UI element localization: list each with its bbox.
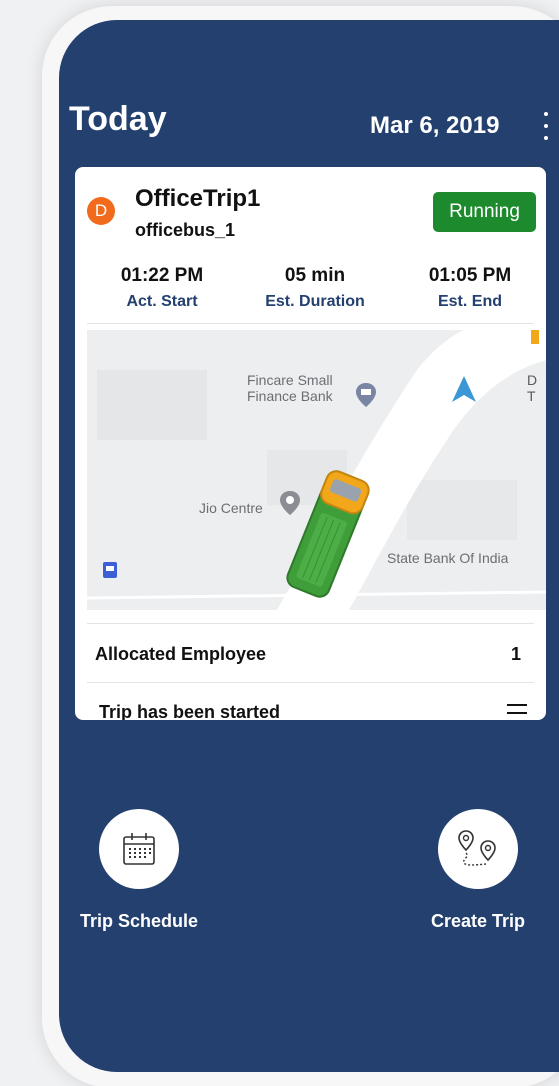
map-label: Fincare Small [247, 372, 333, 388]
kebab-menu-icon[interactable] [539, 112, 553, 140]
bus-name: officebus_1 [135, 220, 236, 240]
stat-label: Est. End [437, 293, 502, 310]
bus-icon [286, 470, 370, 598]
stat-value: 05 min [284, 265, 346, 286]
map-label: State Bank Of India [387, 550, 509, 566]
date-label[interactable]: Mar 6, 2019 [370, 112, 499, 140]
navigation-arrow-icon [452, 376, 476, 402]
stat-est-duration: 05 min Est. Duration [250, 265, 380, 311]
allocated-employee-count: 1 [511, 644, 522, 664]
divider [87, 623, 534, 624]
status-badge: Running [433, 192, 536, 232]
route-pin-icon [458, 830, 496, 866]
bank-pin-icon [356, 383, 376, 407]
map-label: D [527, 372, 538, 388]
create-trip-button[interactable]: Create Trip [413, 809, 543, 932]
create-trip-circle[interactable] [438, 809, 518, 889]
stat-label: Est. Duration [265, 293, 365, 310]
trip-schedule-label: Trip Schedule [79, 911, 199, 931]
map-label: T [527, 388, 536, 404]
stat-value: 01:22 PM [120, 265, 204, 286]
hamburger-menu-icon[interactable] [507, 704, 527, 720]
allocated-employee-label: Allocated Employee [95, 644, 267, 664]
page-title: Today [69, 100, 167, 138]
trip-schedule-button[interactable]: Trip Schedule [69, 809, 209, 932]
map-label: Finance Bank [247, 388, 333, 404]
avatar: D [87, 197, 115, 225]
calendar-icon [123, 833, 155, 865]
app-screen: Today Mar 6, 2019 D OfficeTrip1 officebu… [59, 20, 559, 1072]
stat-value: 01:05 PM [428, 265, 512, 286]
map-label: Jio Centre [199, 500, 263, 516]
create-trip-label: Create Trip [430, 911, 526, 931]
stat-est-end: 01:05 PM Est. End [415, 265, 525, 311]
trip-status-message: Trip has been started [99, 702, 281, 720]
divider [87, 682, 534, 683]
atm-icon [103, 562, 117, 578]
route-map[interactable]: Fincare Small Finance Bank D T Jio Centr… [87, 330, 546, 610]
divider [87, 323, 534, 324]
stat-label: Act. Start [126, 293, 198, 310]
trip-schedule-circle[interactable] [99, 809, 179, 889]
trip-name: OfficeTrip1 [135, 185, 261, 212]
trip-card[interactable]: D OfficeTrip1 officebus_1 Running 01:22 … [75, 167, 546, 720]
stat-actual-start: 01:22 PM Act. Start [107, 265, 217, 311]
